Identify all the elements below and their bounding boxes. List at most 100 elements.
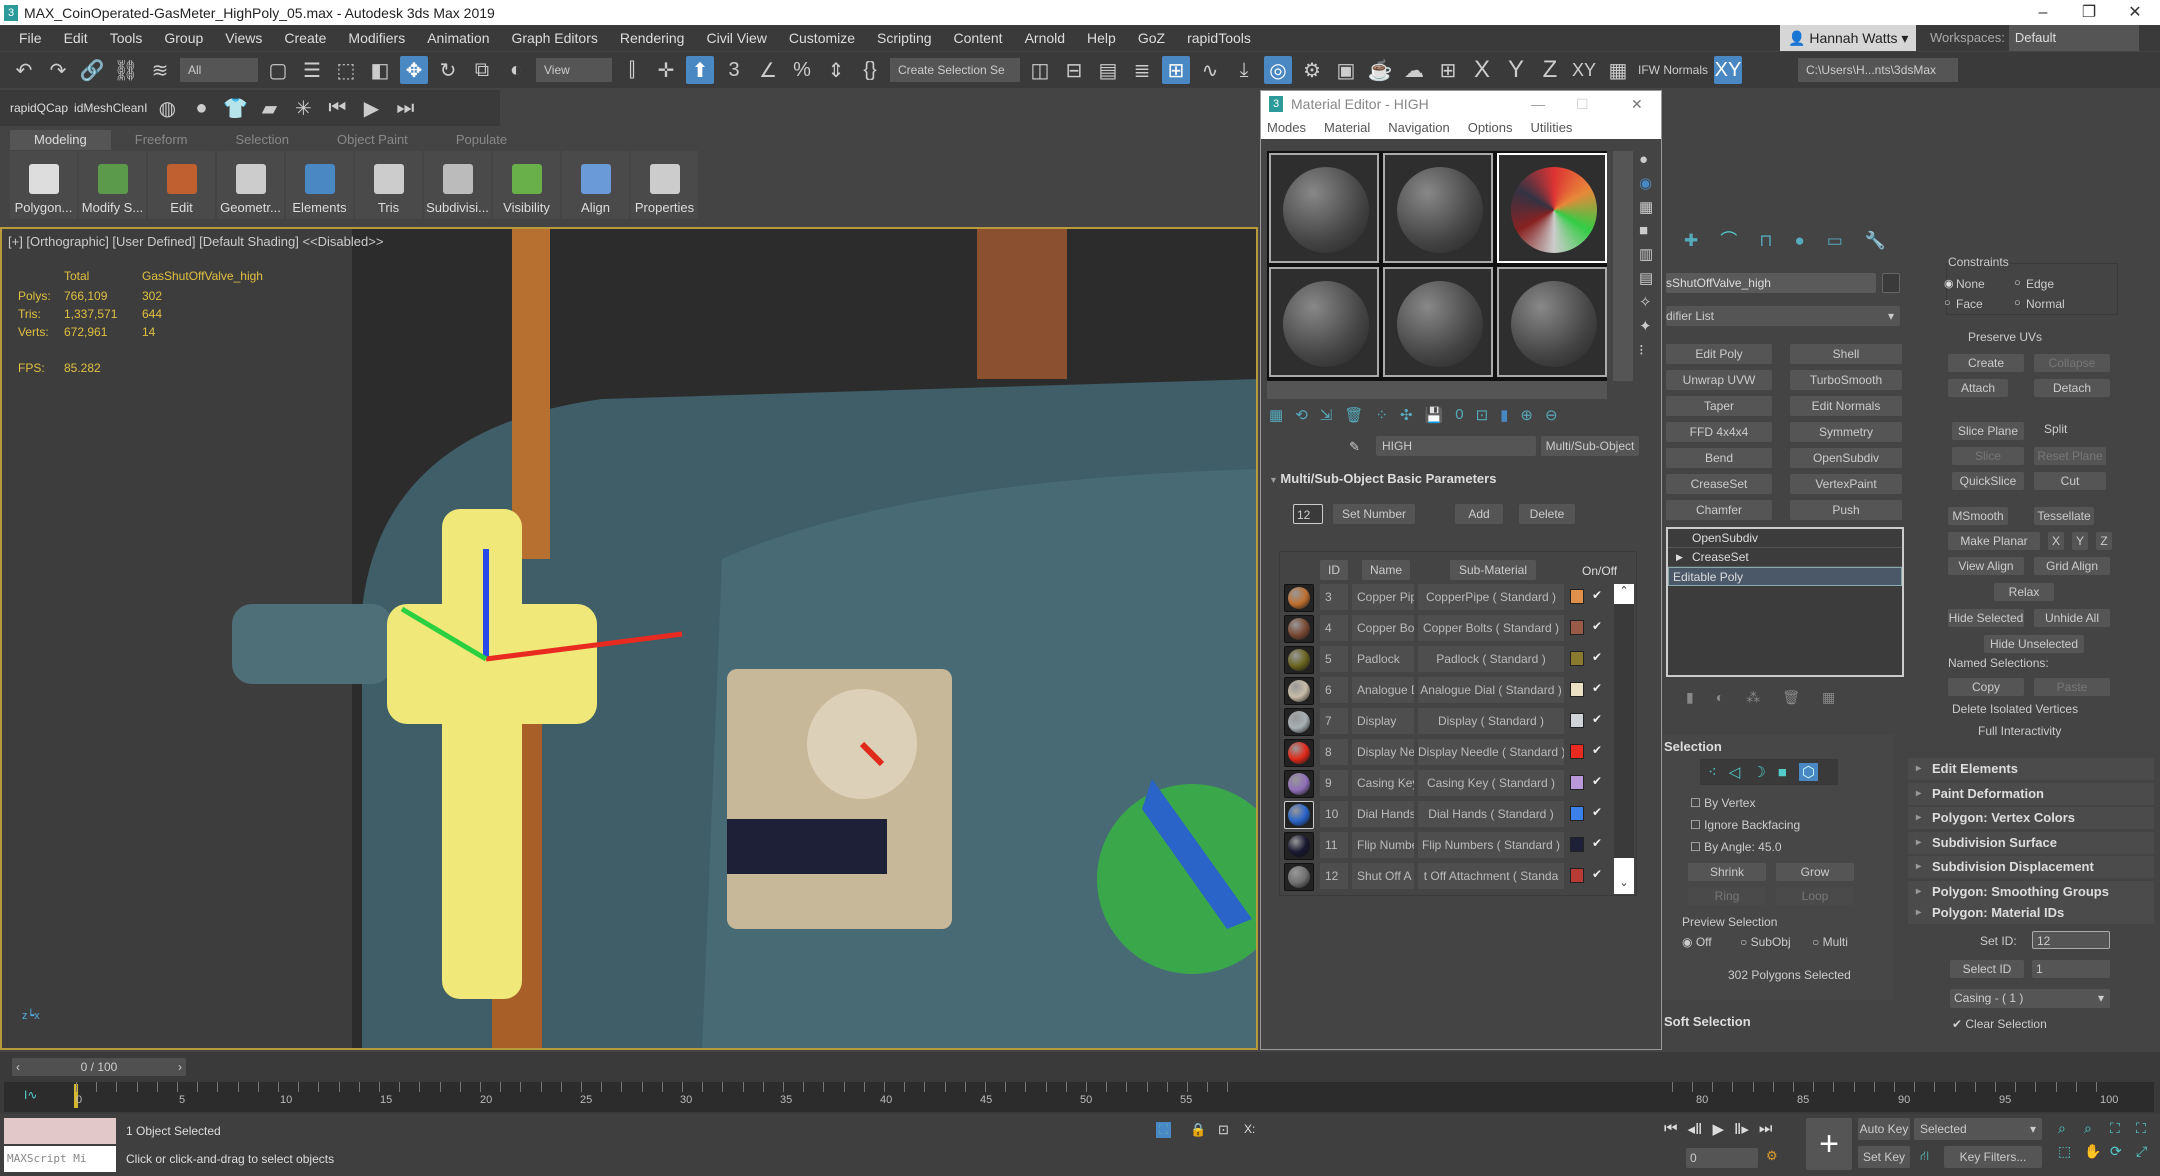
go-to-start-icon[interactable]: ⏮ bbox=[1664, 1120, 1678, 1138]
attach-button[interactable]: Attach bbox=[1948, 379, 2008, 397]
axis-x-button[interactable]: X bbox=[1468, 56, 1496, 84]
redo-icon[interactable]: ↷ bbox=[44, 56, 72, 84]
material-swatch-sphere[interactable] bbox=[1284, 770, 1314, 798]
by-angle-checkbox[interactable]: ☐ By Angle: 45.0 bbox=[1690, 840, 1782, 854]
sub-material-name[interactable]: Padlock bbox=[1352, 646, 1414, 672]
rollout-polygon-material-ids[interactable]: Polygon: Material IDs bbox=[1908, 902, 2154, 924]
save-icon[interactable]: 💾 bbox=[1425, 406, 1444, 424]
pin-stack-icon[interactable]: ▮ bbox=[1686, 689, 1694, 706]
tessellate-button[interactable]: Tessellate bbox=[2034, 507, 2094, 525]
make-unique-icon[interactable]: ⁂ bbox=[1746, 689, 1760, 706]
curve-editor-icon[interactable]: ∿ bbox=[1196, 56, 1224, 84]
menu-scripting[interactable]: Scripting bbox=[866, 30, 942, 46]
material-slot[interactable] bbox=[1383, 267, 1493, 377]
render-cloud-icon[interactable]: ☁ bbox=[1400, 56, 1428, 84]
sub-material-name[interactable]: Display Ne bbox=[1352, 739, 1414, 765]
me-close-button[interactable]: ✕ bbox=[1631, 91, 1643, 117]
put-to-library-icon[interactable]: ✣ bbox=[1400, 406, 1413, 424]
copy-button[interactable]: Copy bbox=[1948, 678, 2024, 696]
set-id-spinner[interactable]: 12 bbox=[2032, 931, 2110, 949]
close-button[interactable]: ✕ bbox=[2112, 0, 2158, 25]
grow-button[interactable]: Grow bbox=[1776, 863, 1854, 881]
timeline-play-icon[interactable]: ▶ bbox=[357, 94, 385, 122]
stack-item-editable-poly[interactable]: Editable Poly bbox=[1668, 567, 1902, 586]
clear-selection-checkbox[interactable]: ✔ Clear Selection bbox=[1952, 1017, 2047, 1031]
viewport-label[interactable]: [+] [Orthographic] [User Defined] [Defau… bbox=[8, 234, 383, 249]
ribbon-button-geometr[interactable]: Geometr... bbox=[217, 151, 284, 219]
workspace-dropdown[interactable]: Default bbox=[2008, 25, 2139, 51]
xy-plane-icon[interactable]: XY bbox=[1714, 56, 1742, 84]
textools-icon[interactable]: ▦ bbox=[1604, 56, 1632, 84]
grid-align-button[interactable]: Grid Align bbox=[2034, 557, 2110, 575]
axis-y-button[interactable]: Y bbox=[1502, 56, 1530, 84]
reference-coordinate-dropdown[interactable]: View bbox=[536, 58, 612, 82]
me-menu-options[interactable]: Options bbox=[1468, 117, 1513, 139]
move-icon[interactable]: ✥ bbox=[400, 56, 428, 84]
time-slider[interactable]: ‹ 0 / 100 › bbox=[12, 1058, 186, 1076]
show-end-result-icon[interactable]: ▮ bbox=[1500, 406, 1508, 424]
slots-horizontal-scrollbar[interactable] bbox=[1267, 381, 1607, 399]
add-button[interactable]: Add bbox=[1455, 504, 1503, 524]
ribbon-button-polygon[interactable]: Polygon... bbox=[10, 151, 77, 219]
modifier-button-turbosmooth[interactable]: TurboSmooth bbox=[1790, 370, 1902, 390]
zoom-extents-all-icon[interactable]: ⛶ bbox=[2136, 1120, 2160, 1137]
modifier-button-vertexpaint[interactable]: VertexPaint bbox=[1790, 474, 1902, 494]
planar-z-button[interactable]: Z bbox=[2096, 532, 2112, 550]
set-key-button[interactable]: Set Key bbox=[1858, 1146, 1910, 1168]
sub-material-id[interactable]: 12 bbox=[1320, 863, 1348, 889]
select-id-spinner[interactable]: 1 bbox=[2032, 960, 2110, 978]
collapse-button[interactable]: Collapse bbox=[2034, 354, 2110, 372]
preserve-uvs-checkbox[interactable]: Preserve UVs bbox=[1968, 330, 2042, 344]
me-menu-material[interactable]: Material bbox=[1324, 117, 1370, 139]
video-color-check-icon[interactable]: ▥ bbox=[1639, 245, 1661, 263]
sub-material-button[interactable]: Copper Bolts ( Standard ) bbox=[1418, 615, 1564, 641]
ribbon-button-tris[interactable]: Tris bbox=[355, 151, 422, 219]
backlight-icon[interactable]: ◉ bbox=[1639, 174, 1661, 192]
zoom-region-icon[interactable]: ⬚ bbox=[2058, 1143, 2082, 1160]
edge-mode-icon[interactable]: ◁ bbox=[1729, 763, 1741, 781]
select-by-material-icon[interactable]: ✦ bbox=[1639, 317, 1661, 335]
menu-content[interactable]: Content bbox=[943, 30, 1014, 46]
sub-material-color-swatch[interactable] bbox=[1570, 744, 1584, 759]
set-keys-icon[interactable]: + bbox=[1806, 1118, 1852, 1170]
hide-selected-button[interactable]: Hide Selected bbox=[1948, 609, 2024, 627]
put-to-scene-icon[interactable]: ⟲ bbox=[1295, 406, 1308, 424]
schematic-view-icon[interactable]: ⊞ bbox=[1162, 56, 1190, 84]
menu-civil-view[interactable]: Civil View bbox=[695, 30, 777, 46]
link-icon[interactable]: 🔗 bbox=[78, 56, 106, 84]
on-off-checkbox[interactable]: ✔ bbox=[1592, 836, 1602, 850]
header-id[interactable]: ID bbox=[1320, 560, 1348, 580]
material-count-field[interactable]: 12 bbox=[1293, 504, 1323, 524]
sample-uv-tiling-icon[interactable]: ■ bbox=[1639, 222, 1661, 239]
timeline-start-icon[interactable]: ⏮ bbox=[323, 94, 351, 122]
delete-button[interactable]: Delete bbox=[1519, 504, 1575, 524]
sub-material-color-swatch[interactable] bbox=[1570, 651, 1584, 666]
play-icon[interactable]: ▶ bbox=[1712, 1120, 1724, 1138]
constraints-face-radio-icon[interactable]: ○ bbox=[1944, 297, 1951, 309]
material-swatch-sphere[interactable] bbox=[1284, 832, 1314, 860]
on-off-checkbox[interactable]: ✔ bbox=[1592, 774, 1602, 788]
ignore-backfacing-checkbox[interactable]: ☐ Ignore Backfacing bbox=[1690, 818, 1800, 832]
sub-material-name[interactable]: Shut Off A bbox=[1352, 863, 1414, 889]
menu-tools[interactable]: Tools bbox=[99, 30, 154, 46]
rectangular-selection-icon[interactable]: ⬚ bbox=[332, 56, 360, 84]
absolute-mode-icon[interactable]: ⊡ bbox=[1218, 1122, 1229, 1138]
align-icon[interactable]: ⊟ bbox=[1060, 56, 1088, 84]
rollout-edit-elements[interactable]: Edit Elements bbox=[1908, 758, 2154, 780]
menu-rapidtools[interactable]: rapidTools bbox=[1176, 30, 1262, 46]
layer-explorer-icon[interactable]: ≣ bbox=[1128, 56, 1156, 84]
sub-material-id[interactable]: 6 bbox=[1320, 677, 1348, 703]
menu-modifiers[interactable]: Modifiers bbox=[337, 30, 416, 46]
material-id-channel-icon[interactable]: 0 bbox=[1455, 406, 1463, 424]
utilities-tab-icon[interactable]: 🔧 bbox=[1865, 227, 1886, 255]
zoom-extents-icon[interactable]: ⛶ bbox=[2110, 1120, 2134, 1137]
menu-views[interactable]: Views bbox=[214, 30, 273, 46]
percent-snap-icon[interactable]: % bbox=[788, 56, 816, 84]
soft-selection-rollout[interactable]: Soft Selection bbox=[1664, 1014, 1751, 1029]
unlink-icon[interactable]: ⛓ bbox=[112, 56, 140, 84]
rollout-subdivision-surface[interactable]: Subdivision Surface bbox=[1908, 831, 2154, 854]
menu-file[interactable]: File bbox=[8, 30, 53, 46]
menu-graph-editors[interactable]: Graph Editors bbox=[500, 30, 608, 46]
material-navigator-icon[interactable]: ⁝ bbox=[1639, 341, 1661, 359]
scene-explorer-icon[interactable]: ▤ bbox=[1094, 56, 1122, 84]
